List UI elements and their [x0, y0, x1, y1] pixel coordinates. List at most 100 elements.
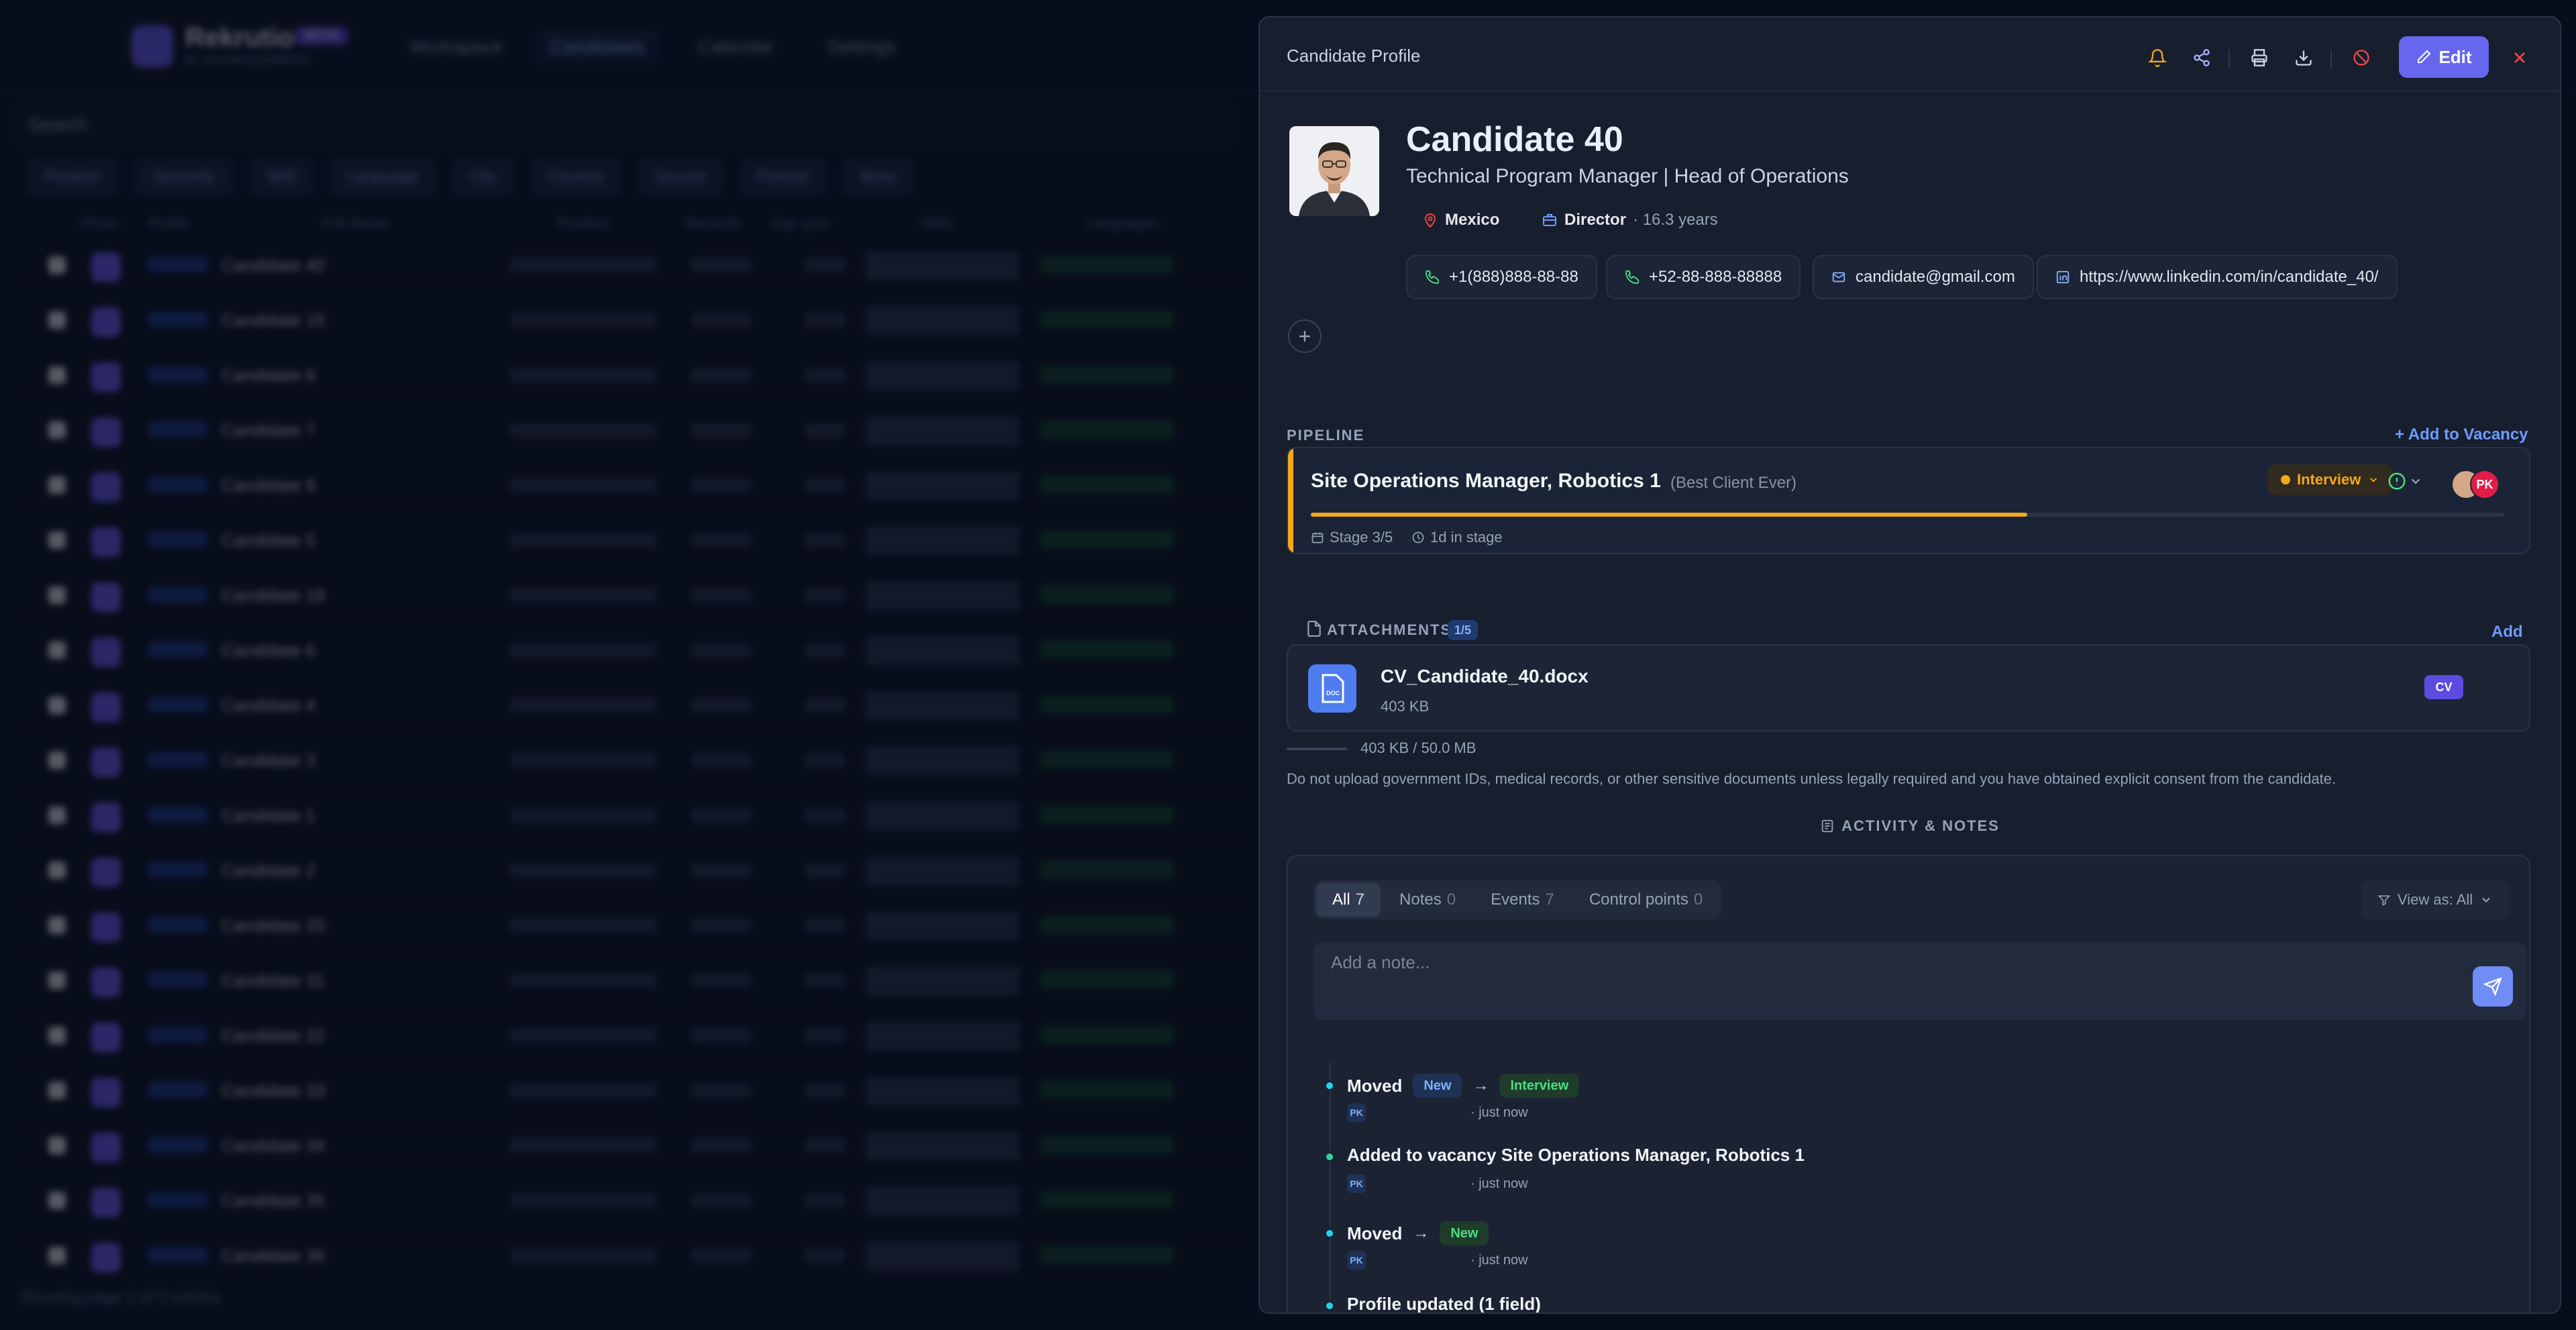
- activity-tabs: All 7 Notes 0 Events 7 Control points 0: [1313, 880, 1722, 919]
- drawer-header: Candidate Profile Edit: [1260, 17, 2560, 91]
- header-divider: [2330, 50, 2332, 68]
- stage-status-dropdown[interactable]: Interview: [2267, 464, 2394, 495]
- doc-icon-text: DOC: [1326, 690, 1340, 697]
- printer-icon[interactable]: [2241, 39, 2278, 76]
- seniority-text: Director: [1564, 211, 1627, 229]
- candidate-seniority: Director · 16.3 years: [1542, 211, 1718, 229]
- share-icon[interactable]: [2183, 39, 2220, 76]
- linkedin-value: https://www.linkedin.com/in/candidate_40…: [2080, 268, 2379, 286]
- vacancy-client: (Best Client Ever): [1670, 474, 1797, 492]
- cv-tag: CV: [2424, 675, 2463, 699]
- stage-indicator: Stage 3/5: [1311, 529, 1393, 546]
- mail-icon: [1832, 272, 1845, 283]
- info-icon[interactable]: [2387, 471, 2407, 491]
- add-to-vacancy-link[interactable]: + Add to Vacancy: [2395, 425, 2528, 444]
- timeline-meta: PK · just now: [1347, 1174, 1528, 1193]
- candidate-location: Mexico: [1422, 211, 1499, 229]
- email-value: candidate@gmail.com: [1856, 268, 2015, 286]
- file-icon: [1307, 621, 1321, 637]
- candidate-profile-drawer: Candidate Profile Edit Candidate 40 Tech…: [1258, 16, 2561, 1314]
- phone-contact[interactable]: +52-88-888-88888: [1606, 255, 1801, 299]
- user-avatar: PK: [1347, 1251, 1366, 1270]
- send-note-button[interactable]: [2473, 966, 2513, 1007]
- chevron-down-icon: [2370, 478, 2377, 482]
- stage-progress-track: [1311, 513, 2505, 517]
- user-avatar: PK: [1347, 1174, 1366, 1193]
- send-icon: [2483, 977, 2502, 996]
- attachment-name[interactable]: CV_Candidate_40.docx: [1381, 666, 1589, 687]
- event-time: · just now: [1470, 1105, 1528, 1120]
- upload-warning: Do not upload government IDs, medical re…: [1287, 770, 2337, 787]
- attachments-label: ATTACHMENTS: [1327, 621, 1452, 638]
- stage-text: Stage 3/5: [1330, 529, 1393, 546]
- user-avatar: PK: [1347, 1103, 1366, 1122]
- chevron-down-icon[interactable]: [2408, 474, 2423, 489]
- candidate-photo: [1289, 126, 1379, 216]
- header-divider: [2229, 50, 2230, 68]
- recruiter-avatar: PK: [2470, 470, 2500, 499]
- phone-icon: [1425, 270, 1440, 285]
- linkedin-contact[interactable]: https://www.linkedin.com/in/candidate_40…: [2037, 255, 2398, 299]
- event-title: Added to vacancy Site Operations Manager…: [1347, 1145, 1805, 1165]
- chevron-down-icon: [2482, 897, 2490, 903]
- activity-header: ACTIVITY & NOTES: [1260, 817, 2560, 835]
- drawer-title: Candidate Profile: [1287, 46, 1421, 66]
- timeline-line: [1330, 1062, 1331, 1313]
- pipeline-card[interactable]: Site Operations Manager, Robotics 1 (Bes…: [1287, 447, 2530, 554]
- activity-card: All 7 Notes 0 Events 7 Control points 0 View…: [1287, 855, 2530, 1314]
- doc-file-icon: DOC: [1308, 664, 1356, 713]
- tab-count: 7: [1355, 890, 1365, 909]
- timeline-title: Added to vacancy Site Operations Manager…: [1347, 1145, 1805, 1166]
- vacancy-title: Site Operations Manager, Robotics 1: [1311, 470, 1661, 492]
- timeline-dot: [1324, 1300, 1335, 1311]
- add-contact-button[interactable]: +: [1288, 319, 1322, 353]
- tab-count: 0: [1446, 890, 1456, 909]
- time-in-stage: 1d in stage: [1411, 529, 1503, 546]
- download-icon[interactable]: [2285, 39, 2322, 76]
- timeline-dot: [1324, 1080, 1335, 1091]
- add-attachment-link[interactable]: Add: [2491, 623, 2523, 642]
- map-pin-icon: [1424, 213, 1436, 228]
- tab-count: 0: [1693, 890, 1703, 909]
- time-in-stage-text: 1d in stage: [1430, 529, 1503, 546]
- attachment-card[interactable]: DOC CV_Candidate_40.docx 403 KB CV: [1287, 644, 2530, 731]
- event-title: Moved: [1347, 1223, 1403, 1243]
- status-dot: [2281, 475, 2290, 484]
- experience-text: · 16.3 years: [1633, 211, 1718, 229]
- timeline-title: Profile updated (1 field): [1347, 1294, 1541, 1314]
- bell-icon[interactable]: [2139, 39, 2176, 76]
- timeline-meta: PK · just now: [1347, 1103, 1528, 1122]
- view-as-label: View as: All: [2398, 891, 2473, 908]
- clock-icon: [1412, 531, 1424, 544]
- to-stage-pill: New: [1440, 1221, 1489, 1245]
- view-as-dropdown[interactable]: View as: All: [2361, 880, 2510, 919]
- tab-control-points[interactable]: Control points 0: [1573, 883, 1719, 917]
- stage-progress-fill: [1311, 513, 2027, 517]
- event-title: Moved: [1347, 1075, 1403, 1096]
- attachment-size: 403 KB: [1381, 698, 1430, 715]
- phone-value: +1(888)888-88-88: [1449, 268, 1578, 286]
- arrow-icon: →: [1472, 1076, 1489, 1094]
- pencil-icon: [2418, 50, 2431, 63]
- event-title: Profile updated (1 field): [1347, 1294, 1541, 1314]
- edit-button[interactable]: Edit: [2399, 36, 2489, 78]
- email-contact[interactable]: candidate@gmail.com: [1813, 255, 2034, 299]
- block-icon[interactable]: [2343, 39, 2380, 76]
- linkedin-icon: [2056, 270, 2070, 284]
- tab-notes[interactable]: Notes 0: [1383, 883, 1472, 917]
- timeline-dot: [1324, 1228, 1335, 1239]
- from-stage-pill: New: [1413, 1074, 1462, 1098]
- briefcase-icon: [1543, 214, 1556, 226]
- close-icon[interactable]: [2501, 39, 2538, 76]
- timeline-title: Moved New → Interview: [1347, 1074, 1580, 1098]
- tab-label: Notes: [1399, 890, 1442, 909]
- arrow-icon: →: [1413, 1224, 1430, 1242]
- filter-icon: [2377, 895, 2391, 906]
- timeline-meta: PK · just now: [1347, 1251, 1528, 1270]
- calendar-icon: [1311, 532, 1324, 544]
- tab-events[interactable]: Events 7: [1474, 883, 1570, 917]
- edit-label: Edit: [2438, 46, 2472, 67]
- phone-contact[interactable]: +1(888)888-88-88: [1406, 255, 1597, 299]
- note-input[interactable]: [1313, 942, 2526, 982]
- tab-all[interactable]: All 7: [1316, 883, 1381, 917]
